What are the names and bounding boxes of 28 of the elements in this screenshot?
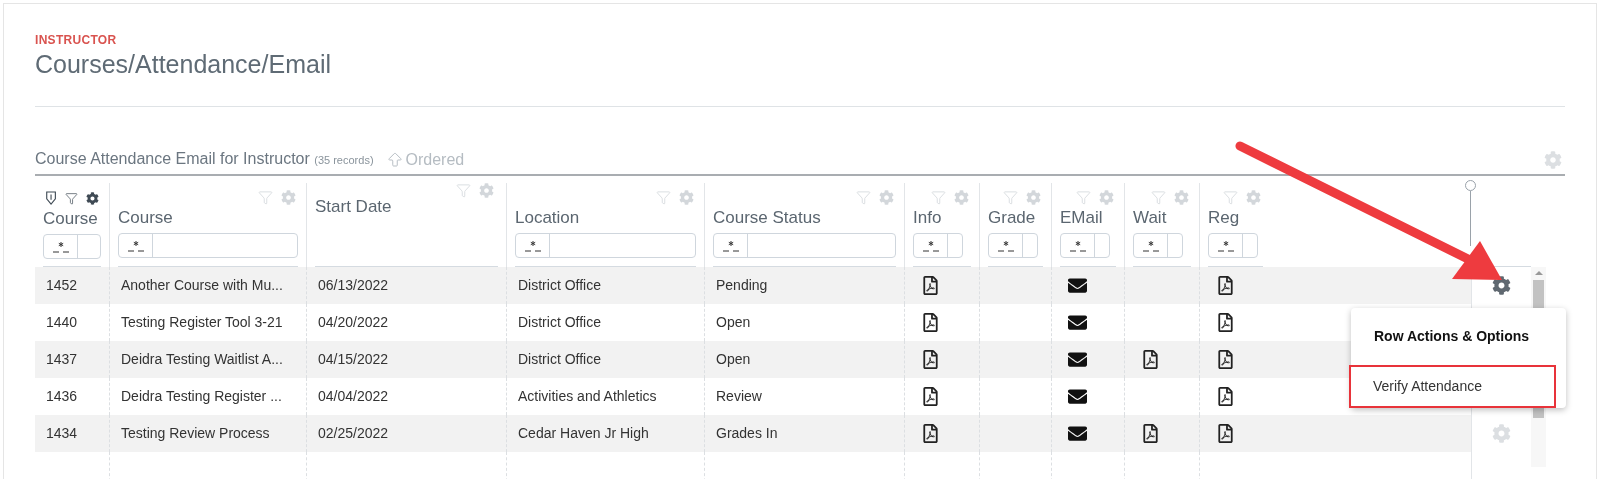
- table-cell-text: Grades In: [716, 424, 778, 443]
- table-cell-text: District Office: [518, 313, 601, 332]
- table-cell-text: Review: [716, 387, 762, 406]
- table-cell-text: District Office: [518, 350, 601, 369]
- table-cell-text: 1440: [46, 313, 78, 332]
- grid-title: Course Attendance Email for Instructor (35 records): [35, 149, 374, 169]
- table-cell-text: Another Course with Mu...: [121, 276, 283, 295]
- table-cell-text: 1437: [46, 350, 78, 369]
- table-cell-text: Cedar Haven Jr High: [518, 424, 649, 443]
- table-cell-text: Deidra Testing Register ...: [121, 387, 282, 406]
- table-cell-text: District Office: [518, 276, 601, 295]
- table-cell-text: Pending: [716, 276, 768, 295]
- table-cell-text: 04/15/2022: [318, 350, 389, 369]
- table-cell-text: Testing Register Tool 3-21: [121, 313, 283, 332]
- table-cell-text: 1452: [46, 276, 78, 295]
- page-title: Courses/Attendance/Email: [35, 49, 332, 80]
- table-cell-text: Testing Review Process: [121, 424, 270, 443]
- table-cell-text: 04/04/2022: [318, 387, 389, 406]
- role-label: INSTRUCTOR: [35, 33, 118, 47]
- table-cell-text: 06/13/2022: [318, 276, 389, 295]
- table-cell-text: 1434: [46, 424, 78, 443]
- table-cell-text: 02/25/2022: [318, 424, 389, 443]
- table-cell-text: Activities and Athletics: [518, 387, 657, 406]
- table-cell-text: Open: [716, 313, 751, 332]
- table-cell-text: 1436: [46, 387, 78, 406]
- table-cell-text: Open: [716, 350, 751, 369]
- table-cell-text: Deidra Testing Waitlist A...: [121, 350, 283, 369]
- table-cell-text: 04/20/2022: [318, 313, 389, 332]
